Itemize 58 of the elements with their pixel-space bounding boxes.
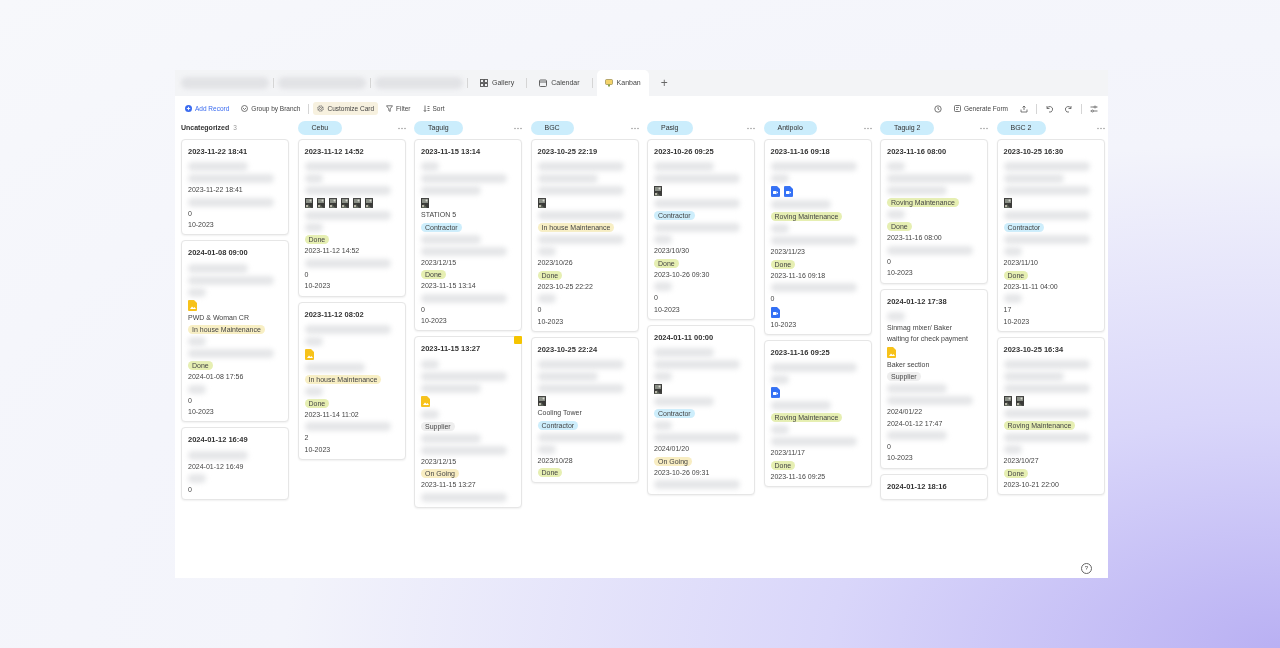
video-file-icon: [770, 186, 780, 198]
redacted-blur: [1003, 372, 1064, 382]
redacted-blur: [304, 223, 323, 233]
redacted-blur: [537, 294, 556, 304]
redacted-blur: [188, 384, 206, 394]
redacted-blur: [770, 425, 789, 435]
redacted-blur: [654, 397, 714, 407]
redacted-blur: [188, 263, 248, 273]
redacted-blur: [887, 384, 947, 394]
redacted-blur: [1003, 247, 1022, 257]
redo-icon: [1065, 104, 1073, 113]
redacted-blur: [770, 174, 789, 184]
redacted-blur: [304, 362, 365, 372]
image-file-icon: [887, 346, 896, 358]
redacted-blur: [421, 359, 439, 369]
redacted-blur: [1003, 174, 1064, 184]
redacted-blur: [421, 409, 439, 419]
redacted-blur: [421, 383, 481, 393]
image-file-icon: [421, 395, 430, 407]
redacted-blur: [887, 186, 947, 196]
undo-icon: [1045, 104, 1053, 113]
add-tab-button[interactable]: +: [652, 74, 676, 92]
redacted-blur: [304, 386, 323, 396]
clock-icon: [933, 104, 942, 113]
plus-circle-icon: [185, 105, 192, 112]
redacted-blur: [654, 348, 714, 358]
circle-chevron-icon: [241, 105, 249, 112]
sort-icon: [422, 105, 430, 112]
redacted-blur: [421, 186, 481, 196]
redacted-blur: [1003, 294, 1022, 304]
redacted-blur: [654, 162, 714, 172]
image-file-icon: [304, 348, 314, 360]
video-file-icon: [770, 306, 780, 318]
redacted-blur: [188, 162, 248, 172]
redacted-blur: [421, 234, 481, 244]
redacted-blur: [887, 430, 947, 440]
gear-icon: [317, 105, 325, 112]
video-file-icon: [783, 186, 793, 198]
redacted-blur: [537, 174, 598, 184]
video-file-icon: [770, 387, 780, 399]
kanban-icon: [604, 79, 613, 87]
redacted-blur: [770, 200, 831, 210]
share-icon: [1020, 104, 1028, 113]
redacted-blur: [770, 401, 831, 411]
image-file-icon: [188, 299, 197, 311]
calendar-icon: [539, 79, 548, 87]
sliders-icon: [1090, 104, 1098, 113]
redacted-blur: [770, 224, 789, 234]
redacted-blur: [1003, 445, 1022, 455]
redacted-blur: [537, 247, 556, 257]
redacted-blur: [537, 372, 598, 382]
redacted-blur: [188, 450, 248, 460]
redacted-blur: [770, 375, 789, 385]
form-icon: [953, 105, 961, 112]
filter-icon: [386, 105, 394, 112]
redacted-blur: [887, 311, 905, 321]
redacted-blur: [421, 433, 481, 443]
grid-icon: [480, 79, 488, 87]
